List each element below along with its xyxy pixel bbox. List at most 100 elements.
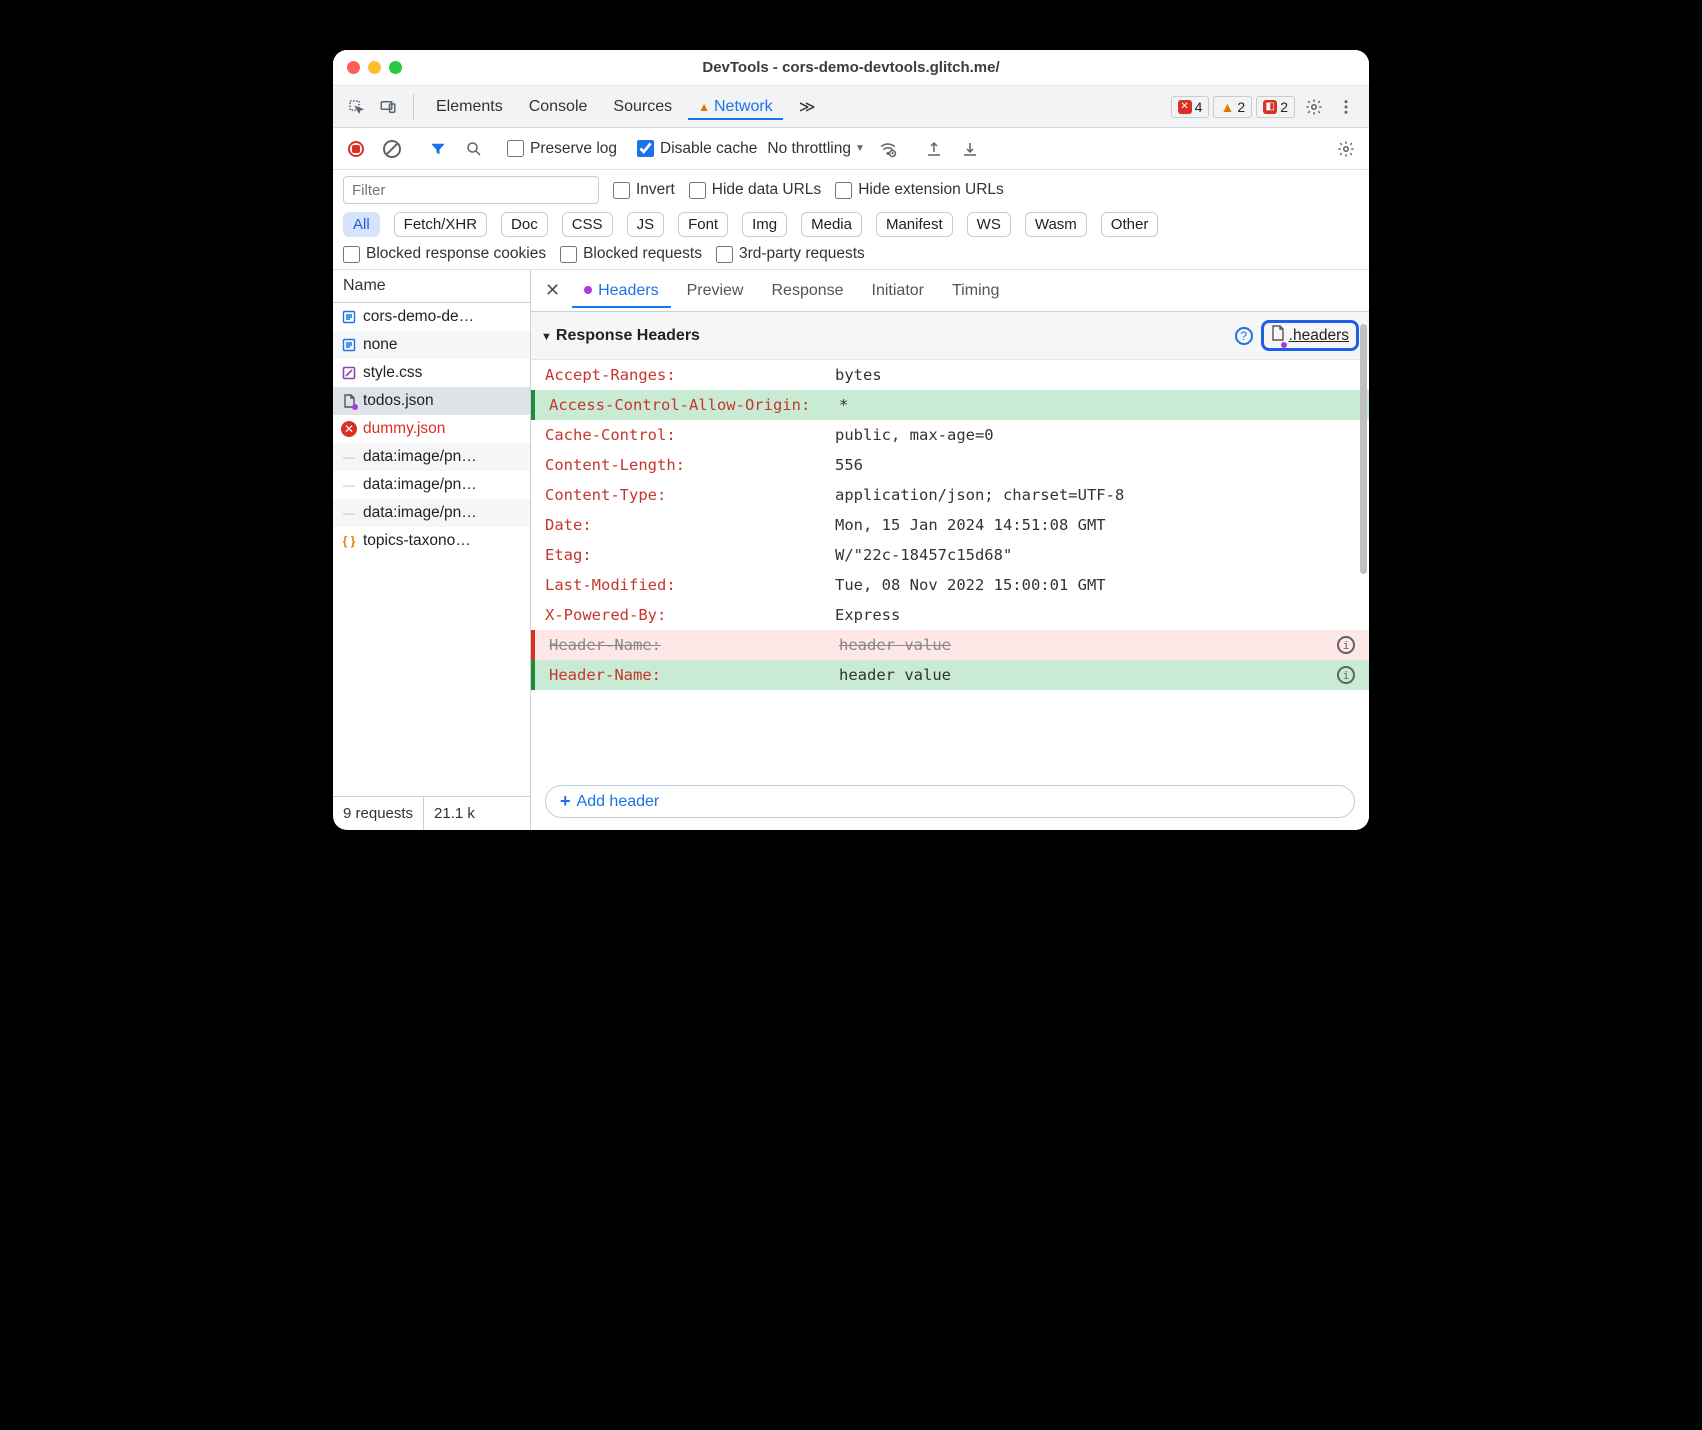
header-row: Access-Control-Allow-Origin:* — [531, 390, 1369, 420]
header-key: X-Powered-By: — [545, 606, 835, 624]
header-value: public, max-age=0 — [835, 426, 1325, 444]
type-chip-all[interactable]: All — [343, 212, 380, 237]
type-chip-js[interactable]: JS — [627, 212, 665, 237]
network-settings-icon[interactable] — [1333, 136, 1359, 162]
filter-icon[interactable] — [425, 136, 451, 162]
request-row[interactable]: —data:image/pn… — [333, 443, 530, 471]
titlebar: DevTools - cors-demo-devtools.glitch.me/ — [333, 50, 1369, 86]
detail-tab-response[interactable]: Response — [759, 274, 855, 308]
header-row: X-Powered-By:Express — [531, 600, 1369, 630]
err-icon: ✕ — [341, 421, 357, 437]
type-chip-media[interactable]: Media — [801, 212, 862, 237]
window-title: DevTools - cors-demo-devtools.glitch.me/ — [333, 59, 1369, 76]
info-icon[interactable]: i — [1337, 666, 1355, 684]
response-headers-label: Response Headers — [541, 327, 700, 345]
type-chip-ws[interactable]: WS — [967, 212, 1011, 237]
hide-extension-urls-checkbox[interactable]: Hide extension URLs — [835, 181, 1004, 199]
request-row[interactable]: todos.json — [333, 387, 530, 415]
info-icon[interactable]: i — [1337, 636, 1355, 654]
filter-input[interactable] — [343, 176, 599, 204]
settings-icon[interactable] — [1301, 94, 1327, 120]
scrollbar[interactable] — [1360, 324, 1367, 574]
filter-bar: Invert Hide data URLs Hide extension URL… — [333, 170, 1369, 270]
record-button[interactable] — [343, 136, 369, 162]
search-icon[interactable] — [461, 136, 487, 162]
header-value: bytes — [835, 366, 1325, 384]
file-icon — [1271, 325, 1285, 346]
blocked-cookies-checkbox[interactable]: Blocked response cookies — [343, 245, 546, 263]
errors-badge[interactable]: ✕4 — [1171, 96, 1210, 118]
api-icon: { } — [341, 533, 357, 549]
name-column-header[interactable]: Name — [333, 270, 530, 303]
header-key: Last-Modified: — [545, 576, 835, 594]
inspect-icon[interactable] — [343, 94, 369, 120]
request-row[interactable]: cors-demo-de… — [333, 303, 530, 331]
request-row[interactable]: style.css — [333, 359, 530, 387]
upload-har-icon[interactable] — [921, 136, 947, 162]
header-row: Content-Length:556 — [531, 450, 1369, 480]
kebab-icon[interactable] — [1333, 94, 1359, 120]
network-toolbar: Preserve log Disable cache No throttling… — [333, 128, 1369, 170]
header-value: 556 — [835, 456, 1325, 474]
header-value: Tue, 08 Nov 2022 15:00:01 GMT — [835, 576, 1325, 594]
header-key: Date: — [545, 516, 835, 534]
detail-tab-timing[interactable]: Timing — [940, 274, 1011, 308]
type-chip-font[interactable]: Font — [678, 212, 728, 237]
request-name: todos.json — [363, 392, 434, 410]
warnings-count: 2 — [1237, 99, 1245, 115]
request-row[interactable]: none — [333, 331, 530, 359]
more-tabs-button[interactable]: ≫ — [789, 93, 826, 121]
type-chip-img[interactable]: Img — [742, 212, 787, 237]
add-header-label: Add header — [577, 793, 660, 811]
headers-override-link[interactable]: .headers — [1261, 320, 1359, 351]
type-chip-css[interactable]: CSS — [562, 212, 613, 237]
response-headers-section[interactable]: Response Headers ? .headers — [531, 312, 1369, 360]
header-row: Date:Mon, 15 Jan 2024 14:51:08 GMT — [531, 510, 1369, 540]
add-header-button[interactable]: +Add header — [545, 785, 1355, 818]
network-conditions-icon[interactable] — [875, 136, 901, 162]
header-key: Content-Length: — [545, 456, 835, 474]
tab-sources[interactable]: Sources — [603, 94, 682, 120]
detail-tab-initiator[interactable]: Initiator — [860, 274, 936, 308]
type-chip-wasm[interactable]: Wasm — [1025, 212, 1087, 237]
request-row[interactable]: —data:image/pn… — [333, 471, 530, 499]
invert-checkbox[interactable]: Invert — [613, 181, 675, 199]
doc-icon — [341, 309, 357, 325]
detail-tab-preview[interactable]: Preview — [675, 274, 756, 308]
header-key: Cache-Control: — [545, 426, 835, 444]
tab-elements[interactable]: Elements — [426, 94, 513, 120]
request-name: dummy.json — [363, 420, 445, 438]
header-value: Express — [835, 606, 1325, 624]
main-toolbar: Elements Console Sources Network ≫ ✕4 ▲2… — [333, 86, 1369, 128]
disable-cache-label: Disable cache — [660, 140, 757, 158]
header-row: Last-Modified:Tue, 08 Nov 2022 15:00:01 … — [531, 570, 1369, 600]
request-row[interactable]: —data:image/pn… — [333, 499, 530, 527]
type-chip-other[interactable]: Other — [1101, 212, 1159, 237]
css-icon — [341, 365, 357, 381]
header-key: Accept-Ranges: — [545, 366, 835, 384]
detail-tab-headers[interactable]: Headers — [572, 274, 670, 308]
header-key: Header-Name: — [549, 636, 839, 654]
tab-console[interactable]: Console — [519, 94, 598, 120]
help-icon[interactable]: ? — [1235, 327, 1253, 345]
close-detail-button[interactable]: ✕ — [537, 276, 568, 305]
third-party-checkbox[interactable]: 3rd-party requests — [716, 245, 865, 263]
tab-network[interactable]: Network — [688, 94, 783, 120]
blocked-requests-checkbox[interactable]: Blocked requests — [560, 245, 702, 263]
warnings-badge[interactable]: ▲2 — [1213, 96, 1252, 118]
request-name: data:image/pn… — [363, 448, 477, 466]
device-icon[interactable] — [375, 94, 401, 120]
issues-badge[interactable]: ◧2 — [1256, 96, 1295, 118]
type-chip-fetch[interactable]: Fetch/XHR — [394, 212, 487, 237]
header-row: Etag:W/"22c-18457c15d68" — [531, 540, 1369, 570]
download-har-icon[interactable] — [957, 136, 983, 162]
disable-cache-checkbox[interactable]: Disable cache — [637, 140, 757, 158]
request-row[interactable]: { }topics-taxono… — [333, 527, 530, 555]
hide-data-urls-checkbox[interactable]: Hide data URLs — [689, 181, 821, 199]
type-chip-doc[interactable]: Doc — [501, 212, 548, 237]
preserve-log-checkbox[interactable]: Preserve log — [507, 140, 617, 158]
clear-button[interactable] — [379, 136, 405, 162]
type-chip-manifest[interactable]: Manifest — [876, 212, 953, 237]
throttling-select[interactable]: No throttling▼ — [767, 140, 864, 158]
request-row[interactable]: ✕ dummy.json — [333, 415, 530, 443]
